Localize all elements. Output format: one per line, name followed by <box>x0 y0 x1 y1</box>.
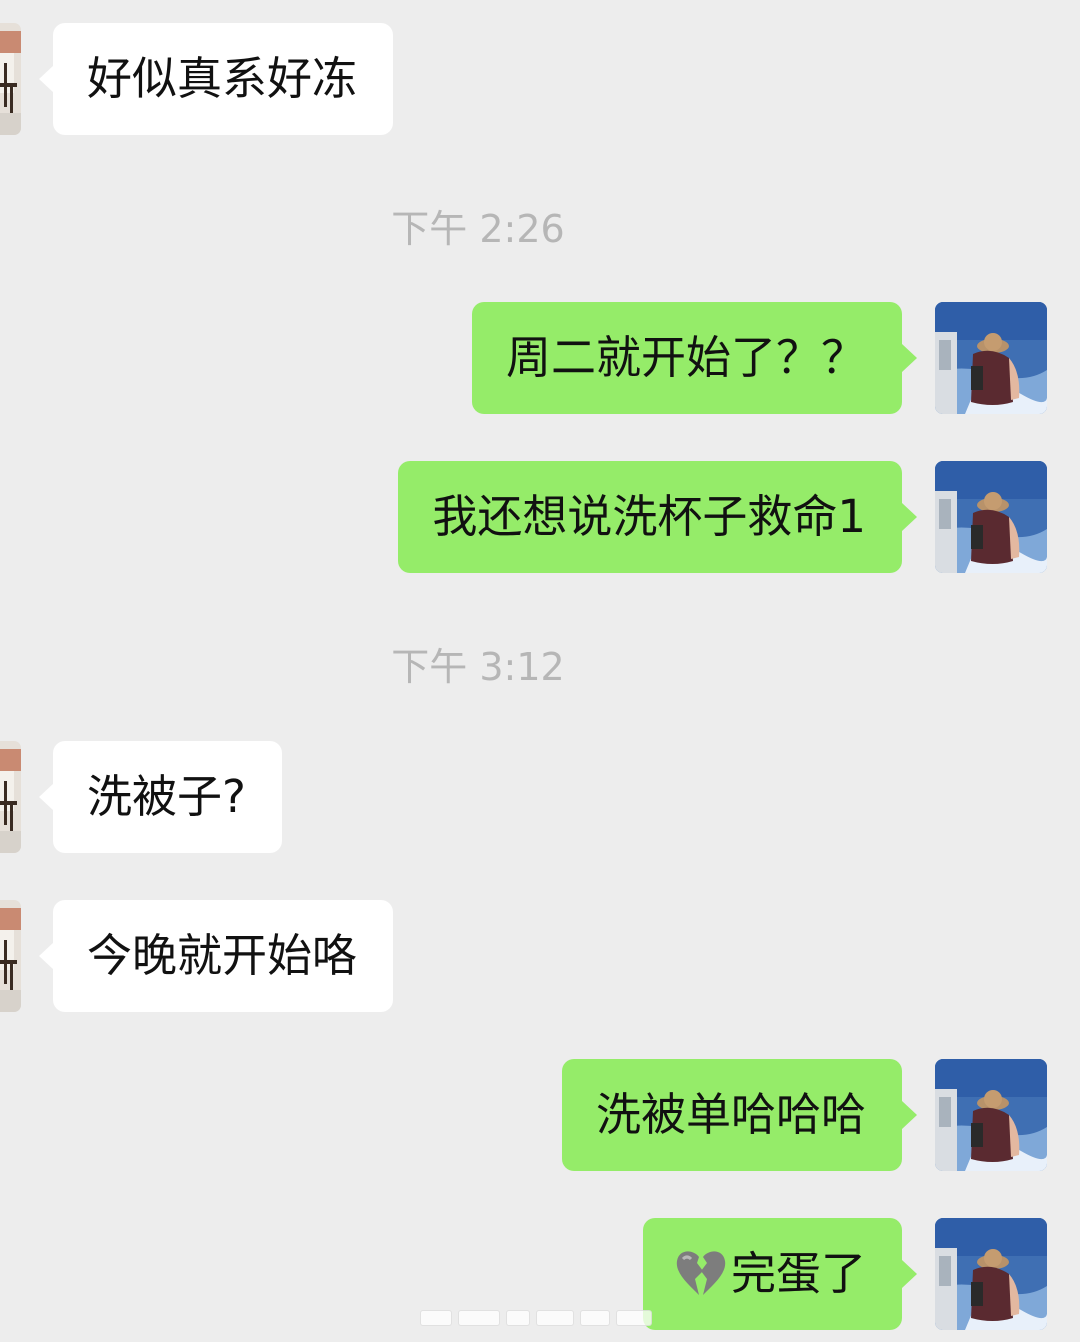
broken-heart-icon <box>676 1251 726 1295</box>
outgoing-message-bubble[interactable]: 周二就开始了？？ <box>471 302 918 414</box>
user-avatar[interactable] <box>935 1059 1047 1171</box>
message-text: 周二就开始了？？ <box>505 331 866 384</box>
timestamp: 下午 3:12 <box>391 645 565 689</box>
user-avatar[interactable] <box>935 461 1047 573</box>
incoming-message-bubble[interactable]: 洗被子? <box>39 741 282 853</box>
contact-avatar[interactable] <box>0 900 21 1012</box>
message-text: 好似真系好冻 <box>87 52 358 105</box>
user-avatar[interactable] <box>935 1218 1047 1330</box>
message-text: 完蛋了 <box>730 1247 866 1300</box>
timestamp: 下午 2:26 <box>391 207 565 251</box>
incoming-message-bubble[interactable]: 好似真系好冻 <box>38 23 394 135</box>
watermark <box>420 1310 660 1330</box>
message-text: 洗被子? <box>87 770 246 823</box>
outgoing-message-bubble[interactable]: 完蛋了 <box>642 1218 918 1330</box>
outgoing-message-bubble[interactable]: 洗被单哈哈哈 <box>561 1059 918 1171</box>
user-avatar[interactable] <box>935 302 1047 414</box>
outgoing-message-bubble[interactable]: 我还想说洗杯子救命1 <box>398 461 917 573</box>
incoming-message-bubble[interactable]: 今晚就开始咯 <box>38 900 394 1012</box>
contact-avatar[interactable] <box>0 741 21 853</box>
message-text: 今晚就开始咯 <box>87 929 358 982</box>
message-text: 我还想说洗杯子救命1 <box>432 490 866 543</box>
contact-avatar[interactable] <box>0 23 21 135</box>
message-text: 洗被单哈哈哈 <box>595 1088 866 1141</box>
